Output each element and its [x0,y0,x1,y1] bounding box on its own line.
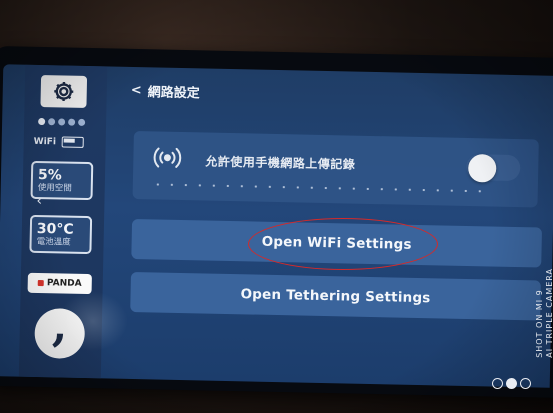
lens-dot [520,378,531,389]
signal-dot [38,117,46,126]
panda-label: PANDA [46,278,82,289]
signal-strength-dots [38,117,86,126]
lens-dot [506,378,517,389]
temperature-card: 30°C 電池溫度 [29,214,93,255]
signal-dot [78,118,86,126]
signal-dot [58,118,66,126]
panda-indicator-icon [37,280,44,287]
comma-logo-button[interactable]: , [34,300,86,360]
sidebar: WiFi 5% 使用空間 ‹ 30°C 電池溫度 PANDA , [18,64,108,379]
chevron-left-icon: ‹ [36,192,43,210]
lens-dot [492,378,503,389]
wifi-label: WiFi [33,136,57,147]
temperature-label: 電池溫度 [36,236,71,248]
camera-watermark-dots [492,378,531,389]
upload-toggle-label: 允許使用手機網路上傳記錄 [205,154,356,172]
signal-dot [68,118,76,126]
gear-icon [54,81,74,102]
watermark-line-1: SHOT ON MI 9 [535,289,544,358]
wifi-status: WiFi [33,136,85,148]
wireless-signal-icon [153,147,182,168]
settings-button[interactable] [40,75,88,108]
camera-watermark: SHOT ON MI 9 AI TRIPLE CAMERA [535,268,553,358]
upload-toggle-switch[interactable] [466,153,521,183]
annotation-ellipse [248,218,438,270]
signal-dot [48,118,56,126]
battery-icon [61,136,85,148]
storage-label: 使用空間 [37,182,72,194]
temperature-value: 30°C [36,220,74,238]
open-tethering-settings-button[interactable]: Open Tethering Settings [130,271,541,321]
row-divider [150,183,491,193]
panda-status-badge: PANDA [27,272,92,295]
toggle-knob [467,154,497,183]
page-title: 網路設定 [147,85,200,102]
upload-toggle-row: 允許使用手機網路上傳記錄 [132,130,539,208]
back-icon: < [130,82,142,99]
storage-value: 5% [37,166,62,184]
back-button[interactable]: < 網路設定 [131,81,200,101]
watermark-line-2: AI TRIPLE CAMERA [545,268,553,358]
